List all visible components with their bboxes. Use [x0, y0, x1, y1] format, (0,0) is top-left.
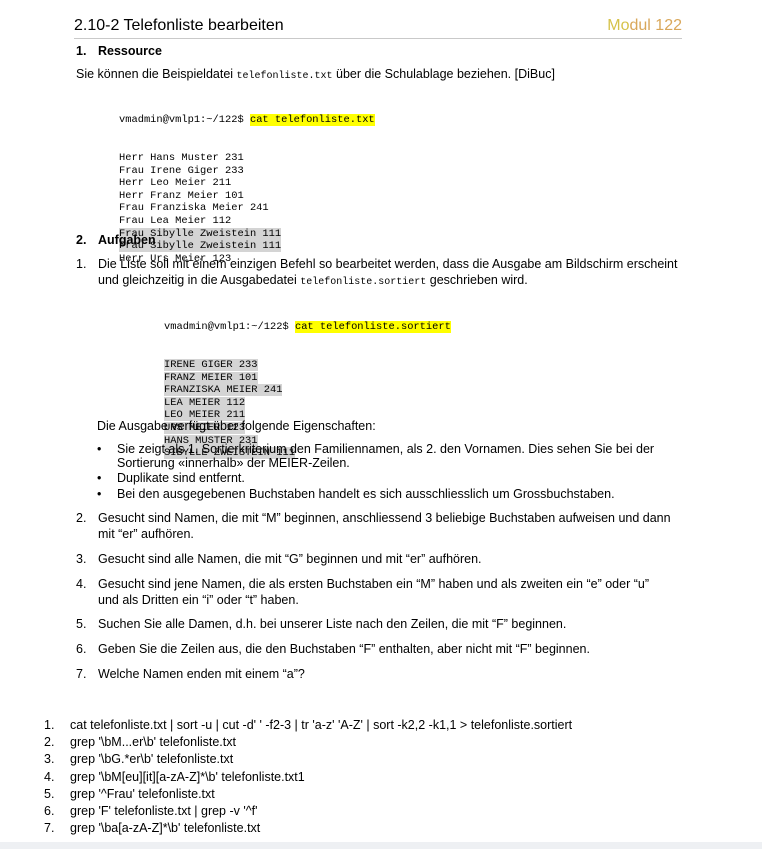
answer-item: 5. grep '^Frau' telefonliste.txt [44, 786, 215, 801]
code-prompt-line: vmadmin@vmlp1:~/122$ cat telefonliste.so… [164, 321, 451, 334]
code-block-cat-txt: vmadmin@vmlp1:~/122$ cat telefonliste.tx… [119, 89, 375, 265]
list-item: • Sie zeigt als 1. Sortierkriterium den F… [97, 442, 655, 470]
section-heading-aufgaben: 2. Aufgaben [76, 233, 156, 247]
code-output-line: Frau Irene Giger 233 [119, 164, 244, 177]
list-item: • Duplikate sind entfernt. [97, 471, 245, 486]
document-page: 2.10-2 Telefonliste bearbeiten Modul 122… [0, 0, 762, 849]
filename-inline: telefonliste.sortiert [300, 277, 427, 288]
answer-list: 1. cat telefonliste.txt | sort -u | cut -… [44, 717, 572, 837]
answer-item: 1. cat telefonliste.txt | sort -u | cut -… [44, 718, 573, 732]
code-output-line: Frau Lea Meier 112 [119, 214, 232, 227]
answer-item: 7. grep '\ba[a-zA-Z]*\b' telefonliste.txt [44, 821, 261, 836]
bullet-icon: • [97, 486, 102, 501]
code-output-line: IRENE GIGER 233 [164, 358, 258, 371]
answer-item: 2. grep '\bM...er\b' telefonliste.txt [44, 735, 236, 750]
page-header: 2.10-2 Telefonliste bearbeiten Modul 122 [74, 16, 682, 39]
code-output-line: Herr Franz Meier 101 [119, 189, 244, 202]
code-output-line: Frau Sibylle Zweistein 111 [119, 240, 282, 253]
page-title: 2.10-2 Telefonliste bearbeiten [74, 17, 284, 34]
code-output-line: Frau Sibylle Zweistein 111 [119, 227, 282, 240]
code-output-line: LEA MEIER 112 [164, 396, 246, 409]
code-output-line: FRANZISKA MEIER 241 [164, 384, 283, 397]
highlighted-command: cat telefonliste.sortiert [294, 321, 451, 334]
bullet-icon: • [97, 442, 102, 456]
ressource-text: Sie können die Beispieldatei telefonlist… [76, 67, 555, 82]
filename-inline: telefonliste.txt [236, 71, 333, 82]
bullet-icon: • [97, 471, 102, 486]
page-bottom-edge [0, 842, 762, 849]
code-block-cat-sortiert: vmadmin@vmlp1:~/122$ cat telefonliste.so… [164, 296, 451, 460]
answer-item: 6. grep 'F' telefonliste.txt | grep -v '^… [44, 804, 258, 819]
code-prompt-line: vmadmin@vmlp1:~/122$ cat telefonliste.tx… [119, 114, 375, 127]
code-output-line: FRANZ MEIER 101 [164, 371, 258, 384]
section-heading-ressource: 1. Ressource [76, 44, 162, 58]
code-output-line: Herr Leo Meier 211 [119, 177, 232, 190]
properties-list: • Sie zeigt als 1. Sortierkriterium den F… [97, 442, 697, 503]
properties-intro: Die Ausgabe verfügt über folgende Eigens… [97, 419, 376, 433]
code-output-line: Frau Franziska Meier 241 [119, 202, 269, 215]
list-item: • Bei den ausgegebenen Buchstaben handelt… [97, 486, 615, 501]
highlighted-command: cat telefonliste.txt [249, 114, 375, 127]
code-output-line: Herr Hans Muster 231 [119, 151, 244, 164]
task-1: 1. Die Liste soll mit einem einzigen Bef… [76, 257, 678, 288]
answer-item: 3. grep '\bG.*er\b' telefonliste.txt [44, 752, 234, 767]
module-label: Modul 122 [607, 17, 682, 34]
answer-item: 4. grep '\bM[eu][it][a-zA-Z]*\b' telefonl… [44, 769, 305, 784]
